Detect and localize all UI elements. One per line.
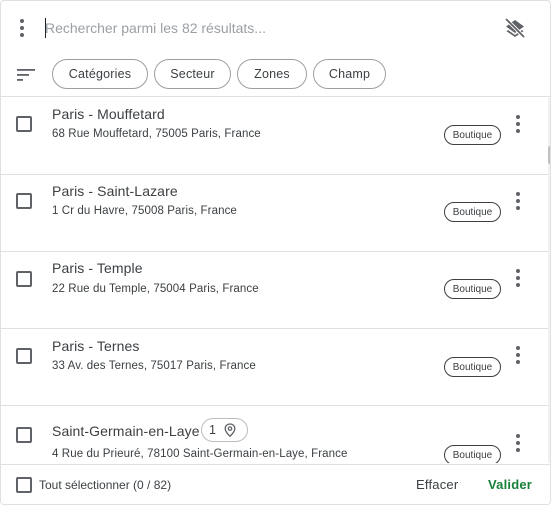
text-caret [45, 18, 46, 38]
chip-sector[interactable]: Secteur [154, 59, 231, 89]
category-badge: Boutique [444, 279, 501, 299]
more-vert-icon[interactable] [508, 191, 528, 211]
result-name: Paris - Mouffetard [52, 106, 165, 122]
list-item[interactable]: Paris - Ternes 33 Av. des Ternes, 75017 … [1, 329, 548, 406]
row-checkbox[interactable] [16, 116, 32, 132]
list-item[interactable]: Paris - Mouffetard 68 Rue Mouffetard, 75… [1, 98, 548, 175]
more-vert-icon[interactable] [508, 114, 528, 134]
select-all-label[interactable]: Tout sélectionner (0 / 82) [39, 478, 171, 492]
result-address: 1 Cr du Havre, 75008 Paris, France [52, 205, 237, 217]
list-item[interactable]: Saint-Germain-en-Laye 1 4 Rue du Prieuré… [1, 406, 548, 463]
results-panel: Catégories Secteur Zones Champ Paris - M… [0, 0, 551, 505]
more-vert-icon[interactable] [508, 433, 528, 453]
result-address: 33 Av. des Ternes, 75017 Paris, France [52, 360, 256, 372]
category-badge: Boutique [444, 445, 501, 463]
chip-categories[interactable]: Catégories [52, 59, 148, 89]
list-item[interactable]: Paris - Temple 22 Rue du Temple, 75004 P… [1, 252, 548, 329]
location-count-chip[interactable]: 1 [201, 418, 248, 442]
location-count: 1 [209, 423, 216, 437]
category-badge: Boutique [444, 202, 501, 222]
more-vert-icon[interactable] [12, 18, 32, 38]
result-name: Paris - Temple [52, 260, 143, 276]
chip-zones[interactable]: Zones [237, 59, 307, 89]
results-list: Paris - Mouffetard 68 Rue Mouffetard, 75… [1, 98, 548, 463]
row-checkbox[interactable] [16, 427, 32, 443]
clear-button[interactable]: Effacer [416, 477, 458, 492]
search-input[interactable] [45, 17, 465, 39]
search-bar [1, 1, 550, 55]
row-checkbox[interactable] [16, 348, 32, 364]
more-vert-icon[interactable] [508, 345, 528, 365]
result-address: 22 Rue du Temple, 75004 Paris, France [52, 283, 259, 295]
location-pin-icon [224, 423, 236, 437]
select-all-checkbox[interactable] [16, 477, 32, 493]
result-name: Saint-Germain-en-Laye [52, 423, 200, 439]
result-address: 68 Rue Mouffetard, 75005 Paris, France [52, 128, 261, 140]
chip-field[interactable]: Champ [313, 59, 386, 89]
filter-bar: Catégories Secteur Zones Champ [1, 55, 550, 97]
more-vert-icon[interactable] [508, 268, 528, 288]
list-item[interactable]: Paris - Saint-Lazare 1 Cr du Havre, 7500… [1, 175, 548, 252]
category-badge: Boutique [444, 357, 501, 377]
layers-clear-icon[interactable] [503, 16, 527, 40]
row-checkbox[interactable] [16, 193, 32, 209]
footer-bar: Tout sélectionner (0 / 82) Effacer Valid… [1, 464, 550, 504]
validate-button[interactable]: Valider [488, 477, 532, 492]
sort-icon[interactable] [16, 67, 36, 83]
category-badge: Boutique [444, 125, 501, 145]
result-name: Paris - Ternes [52, 338, 140, 354]
result-address: 4 Rue du Prieuré, 78100 Saint-Germain-en… [52, 448, 348, 460]
row-checkbox[interactable] [16, 271, 32, 287]
result-name: Paris - Saint-Lazare [52, 183, 178, 199]
